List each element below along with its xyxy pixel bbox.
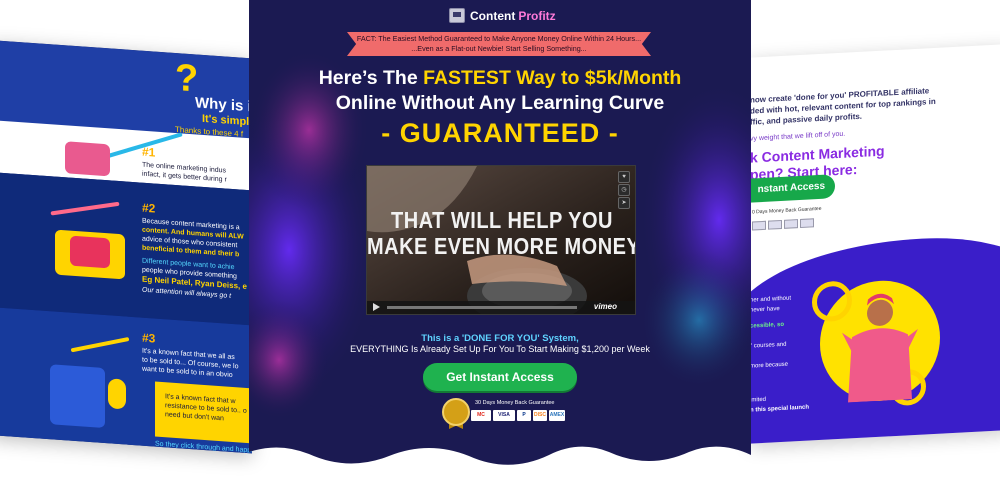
right-small-line: vy weight that we lift off of you. (750, 130, 846, 143)
guarantee-seal-icon (442, 398, 470, 426)
right-page-preview: now create 'done for you' PROFITABLE aff… (750, 44, 1000, 444)
headline-prefix: Here’s The (318, 67, 424, 89)
fact-banner: FACT: The Easiest Method Guaranteed to M… (347, 32, 651, 56)
card-icon (800, 218, 814, 229)
done-for-you-text: This is a 'DONE FOR YOU' System, (421, 333, 579, 344)
headline-highlight: FASTEST Way to $5k/Month (423, 67, 682, 89)
card-icon (768, 219, 782, 230)
vimeo-logo[interactable]: vimeo (594, 302, 617, 311)
right-wave-text-6: imited (750, 396, 767, 404)
fact-line-1: FACT: The Easiest Method Guaranteed to M… (356, 34, 642, 43)
guaranteed-heading: - GUARANTEED - (381, 118, 619, 148)
headline: Here’s The FASTEST Way to $5k/Month Onli… (249, 66, 751, 116)
mastercard-icon: MC (471, 410, 491, 421)
video-control-bar: vimeo (367, 301, 635, 314)
item1-number: #1 (142, 144, 156, 160)
figure-illustration-icon (108, 378, 126, 410)
logo-word-content: Content (470, 8, 516, 23)
card-icon (752, 220, 766, 231)
video-progress-track[interactable] (387, 306, 577, 309)
clock-icon[interactable]: ◷ (618, 184, 630, 196)
heart-icon[interactable]: ♥ (618, 171, 630, 183)
setup-text: EVERYTHING Is Already Set Up For You To … (350, 344, 650, 354)
logo: Content Profitz (449, 8, 556, 23)
headline-line-2: Online Without Any Learning Curve (335, 92, 665, 114)
person-illustration-icon (842, 293, 918, 403)
share-icon[interactable]: ➤ (618, 197, 630, 209)
amex-icon: AMEX (549, 410, 565, 421)
video-caption-line-2: MAKE EVEN MORE MONEY (367, 234, 636, 260)
payment-cards: MC VISA P DISC AMEX (471, 410, 567, 421)
people-illustration-icon (50, 364, 105, 429)
play-icon[interactable] (373, 303, 380, 311)
visa-icon: VISA (493, 410, 515, 421)
paypal-icon: P (517, 410, 531, 421)
right-payment-cards (752, 214, 816, 235)
card-icon (784, 219, 798, 229)
left-page-preview: ? Why is i It's simple Thanks to these 4… (0, 40, 252, 454)
video-player[interactable]: THAT WILL HELP YOU MAKE EVEN MORE MONEY … (366, 165, 636, 315)
video-caption-line-1: THAT WILL HELP YOU (391, 208, 613, 234)
money-back-guarantee: 30 Days Money Back Guarantee (475, 400, 555, 406)
get-instant-access-button[interactable]: Get Instant Access (423, 363, 577, 391)
illustration-icon (65, 141, 110, 177)
logo-word-profitz: Profitz (518, 8, 556, 23)
item2-number: #2 (142, 200, 156, 216)
headline-line-1: Here’s The FASTEST Way to $5k/Month (249, 66, 751, 91)
sales-pages-mockup: ? Why is i It's simple Thanks to these 4… (0, 0, 1000, 478)
monitor-icon (449, 8, 465, 23)
right-access-button[interactable]: nstant Access (750, 174, 835, 204)
main-sales-page: Content Profitz FACT: The Easiest Method… (249, 0, 751, 478)
item3-number: #3 (142, 330, 156, 346)
fact-line-2: ...Even as a Flat-out Newbie! Start Sell… (411, 44, 587, 53)
screen-illustration-icon (70, 235, 110, 269)
discover-icon: DISC (533, 410, 547, 421)
